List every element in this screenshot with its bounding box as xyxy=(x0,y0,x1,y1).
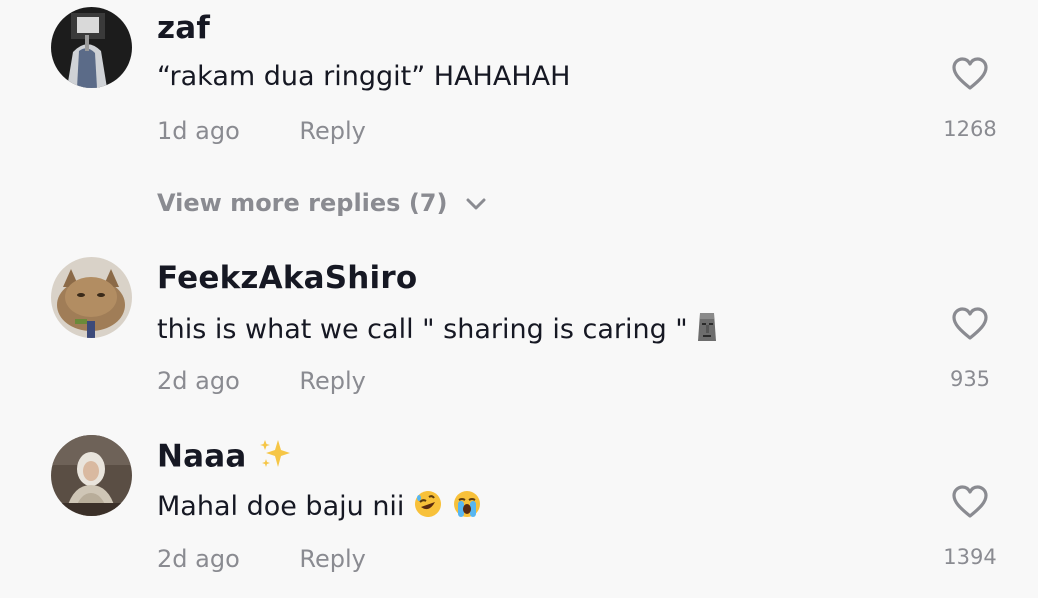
loudly-crying-face-icon xyxy=(452,489,482,526)
like-button[interactable]: 935 xyxy=(935,307,1005,391)
reply-button[interactable]: Reply xyxy=(299,367,365,395)
username[interactable]: zaf xyxy=(157,10,210,46)
username[interactable]: Naaa xyxy=(157,438,292,478)
reply-button[interactable]: Reply xyxy=(299,117,365,145)
timestamp: 2d ago xyxy=(157,545,240,573)
avatar[interactable] xyxy=(51,435,132,516)
view-more-replies-button[interactable]: View more replies (7) xyxy=(157,189,486,217)
heart-icon[interactable] xyxy=(952,57,988,91)
avatar[interactable] xyxy=(51,257,132,338)
heart-icon[interactable] xyxy=(952,485,988,519)
view-more-label: View more replies (7) xyxy=(157,189,448,217)
heart-icon[interactable] xyxy=(952,307,988,341)
rofl-icon xyxy=(413,489,443,526)
avatar[interactable] xyxy=(51,7,132,88)
comment-meta: 2d ago Reply xyxy=(157,545,366,573)
username[interactable]: FeekzAkaShiro xyxy=(157,260,417,296)
like-count: 1394 xyxy=(943,545,997,569)
like-count: 1268 xyxy=(943,117,997,141)
like-count: 935 xyxy=(949,367,991,391)
chevron-down-icon xyxy=(466,198,486,210)
timestamp: 1d ago xyxy=(157,117,240,145)
comment-text: “rakam dua ringgit” HAHAHAH xyxy=(157,61,571,92)
comment-meta: 2d ago Reply xyxy=(157,367,366,395)
comment-meta: 1d ago Reply xyxy=(157,117,366,145)
like-button[interactable]: 1394 xyxy=(935,485,1005,569)
like-button[interactable]: 1268 xyxy=(935,57,1005,141)
timestamp: 2d ago xyxy=(157,367,240,395)
reply-button[interactable]: Reply xyxy=(299,545,365,573)
sparkles-icon xyxy=(258,438,292,478)
comment-text: Mahal doe baju nii xyxy=(157,489,482,526)
comment-text: this is what we call " sharing is caring… xyxy=(157,311,718,350)
moai-icon xyxy=(696,311,718,350)
